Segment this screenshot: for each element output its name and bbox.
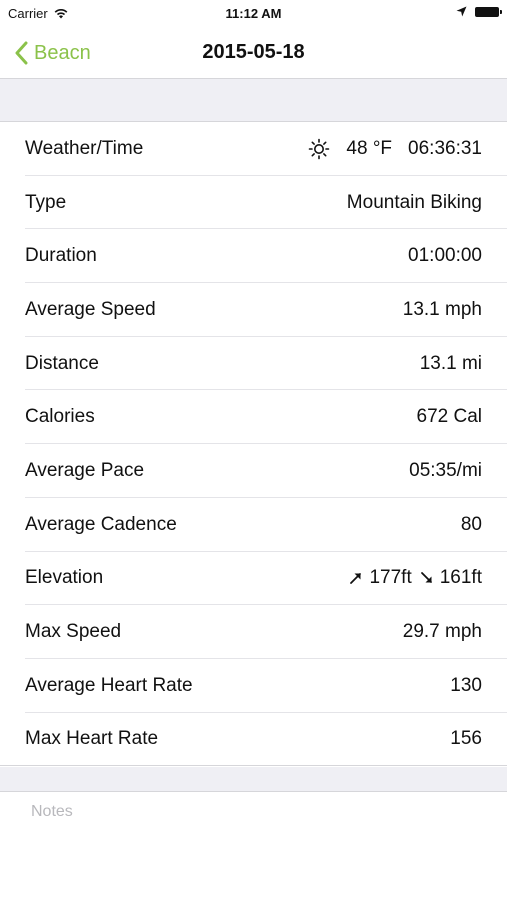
row-duration: Duration 01:00:00 bbox=[0, 229, 507, 283]
row-max-speed: Max Speed 29.7 mph bbox=[0, 605, 507, 659]
row-max-heart-rate: Max Heart Rate 156 bbox=[0, 713, 507, 767]
row-label: Distance bbox=[25, 352, 99, 374]
elevation-gain: 177ft bbox=[349, 567, 412, 589]
arrow-down-right-icon bbox=[420, 571, 434, 585]
row-value: 80 bbox=[460, 513, 482, 535]
page-title: 2015-05-18 bbox=[202, 41, 305, 63]
row-type: Type Mountain Biking bbox=[0, 176, 507, 230]
start-time-value: 06:36:31 bbox=[408, 137, 482, 159]
row-label: Average Pace bbox=[25, 459, 145, 481]
row-label: Calories bbox=[25, 406, 95, 428]
elevation-loss-value: 161ft bbox=[439, 567, 482, 589]
row-label: Duration bbox=[25, 245, 97, 267]
navigation-bar: Beacn 2015-05-18 bbox=[0, 28, 507, 79]
row-label: Average Speed bbox=[25, 298, 156, 320]
row-label: Weather/Time bbox=[25, 137, 144, 159]
row-weather-time: Weather/Time 48 °F 06:36:31 bbox=[0, 122, 507, 176]
row-value: 13.1 mph bbox=[402, 298, 482, 320]
row-label: Max Heart Rate bbox=[25, 728, 159, 750]
row-value: Mountain Biking bbox=[346, 191, 482, 213]
status-indicators bbox=[456, 6, 502, 17]
row-value: 01:00:00 bbox=[408, 245, 482, 267]
row-average-heart-rate: Average Heart Rate 130 bbox=[0, 659, 507, 713]
row-value: 29.7 mph bbox=[402, 621, 482, 643]
status-time: 11:12 AM bbox=[225, 6, 282, 21]
notes-placeholder: Notes bbox=[31, 803, 73, 820]
row-value: 130 bbox=[450, 674, 482, 696]
location-arrow-icon bbox=[456, 6, 467, 17]
notes-field[interactable]: Notes bbox=[0, 792, 507, 900]
row-value: 48 °F 06:36:31 bbox=[308, 138, 482, 160]
battery-icon bbox=[475, 6, 502, 17]
row-label: Type bbox=[25, 191, 67, 213]
row-label: Average Cadence bbox=[25, 513, 177, 535]
workout-details-table: Weather/Time 48 °F 06:36:31 Type Mountai… bbox=[0, 122, 507, 766]
row-average-speed: Average Speed 13.1 mph bbox=[0, 283, 507, 337]
row-average-pace: Average Pace 05:35/mi bbox=[0, 444, 507, 498]
row-elevation: Elevation 177ft 161ft bbox=[0, 552, 507, 606]
status-bar: Carrier 11:12 AM bbox=[0, 0, 507, 28]
section-spacer bbox=[0, 79, 507, 122]
row-calories: Calories 672 Cal bbox=[0, 390, 507, 444]
row-distance: Distance 13.1 mi bbox=[0, 337, 507, 391]
row-label: Elevation bbox=[25, 567, 104, 589]
row-value: 05:35/mi bbox=[409, 459, 482, 481]
temperature-value: 48 °F bbox=[346, 137, 393, 159]
row-value: 156 bbox=[450, 728, 482, 750]
sun-icon bbox=[308, 138, 330, 160]
elevation-loss: 161ft bbox=[420, 567, 482, 589]
row-label: Max Speed bbox=[25, 621, 122, 643]
section-spacer bbox=[0, 767, 507, 792]
arrow-up-right-icon bbox=[349, 571, 363, 585]
row-average-cadence: Average Cadence 80 bbox=[0, 498, 507, 552]
row-value: 672 Cal bbox=[416, 406, 483, 428]
row-value: 13.1 mi bbox=[419, 352, 482, 374]
row-label: Average Heart Rate bbox=[25, 674, 193, 696]
row-value: 177ft 161ft bbox=[349, 567, 482, 589]
elevation-gain-value: 177ft bbox=[369, 567, 412, 589]
